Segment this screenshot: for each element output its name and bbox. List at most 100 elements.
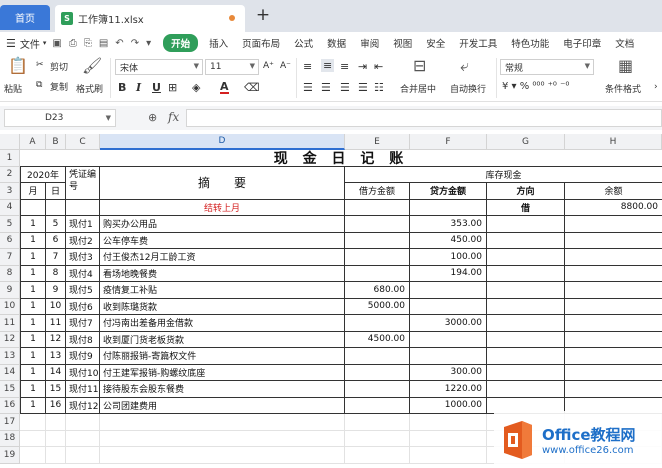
entry-direction[interactable] [487,216,565,233]
carry-credit[interactable] [410,199,487,216]
entry-debit[interactable] [345,348,410,365]
entry-direction[interactable] [487,298,565,315]
entry-debit[interactable]: 4500.00 [345,331,410,348]
entry-voucher[interactable]: 现付8 [66,331,100,348]
entry-month[interactable]: 1 [20,282,46,299]
italic-button[interactable]: I [136,81,141,94]
entry-month[interactable]: 1 [20,381,46,398]
align-top-icon[interactable]: ≡ [303,60,312,73]
entry-credit[interactable]: 450.00 [410,232,487,249]
year-header[interactable]: 2020年 [20,166,66,183]
balance-header[interactable]: 余额 [565,183,662,200]
row-header[interactable]: 15 [0,381,20,398]
entry-summary[interactable]: 疫情复工补贴 [100,282,345,299]
indent-icon[interactable]: ⇥ [358,60,367,73]
entry-summary[interactable]: 公司团建费用 [100,397,345,414]
clear-format-icon[interactable]: ⌫ [244,81,260,94]
empty-cell[interactable] [345,447,410,464]
row-header[interactable]: 16 [0,397,20,414]
row-header[interactable]: 9 [0,282,20,299]
print-icon[interactable]: ⎘ [84,38,92,49]
column-header-b[interactable]: B [46,134,66,150]
empty-cell[interactable] [20,447,46,464]
ribbon-tab-6[interactable]: 审阅 [360,36,379,50]
sheet-title[interactable]: 现 金 日 记 账 [20,150,662,167]
ribbon-tab-1[interactable]: 开始 [163,34,199,52]
row-header[interactable]: 12 [0,331,20,348]
number-format-select[interactable]: 常规 ▼ [500,59,594,75]
entry-summary[interactable]: 公车停车费 [100,232,345,249]
entry-voucher[interactable]: 现付4 [66,265,100,282]
wrap-text-icon[interactable]: ⤶ [460,56,469,76]
cut-icon[interactable]: ✂ [36,60,44,70]
ribbon-tab-9[interactable]: 开发工具 [459,36,497,50]
entry-balance[interactable] [565,266,662,282]
voucher-header[interactable]: 凭证编号 [66,166,100,200]
row-header[interactable]: 14 [0,364,20,381]
entry-month[interactable]: 1 [20,232,46,249]
fill-color-icon[interactable]: ◈ [192,81,200,94]
font-size-select[interactable]: 11 ▼ [205,59,259,75]
empty-cell[interactable] [46,430,66,447]
align-middle-icon[interactable]: ≡ [321,59,335,72]
entry-voucher[interactable]: 现付3 [66,249,100,266]
entry-direction[interactable] [487,315,565,332]
cash-header[interactable]: 库存现金 [345,167,662,183]
ribbon-tab-11[interactable]: 电子印章 [563,36,601,50]
cut-button[interactable]: 剪切 [50,60,68,73]
empty-cell[interactable] [20,430,46,447]
function-icon[interactable]: fx [168,110,179,124]
entry-debit[interactable] [345,216,410,233]
new-tab-button[interactable]: + [254,5,272,25]
entry-day[interactable]: 5 [46,216,66,233]
entry-month[interactable]: 1 [20,216,46,233]
unsaved-dot-icon[interactable] [229,15,235,21]
entry-debit[interactable] [345,232,410,249]
redo-icon[interactable]: ↷ [131,38,139,49]
column-header-h[interactable]: H [565,134,662,150]
entry-balance[interactable] [565,282,662,299]
row-header[interactable]: 17 [0,414,20,431]
entry-summary[interactable]: 接待股东会股东餐费 [100,381,345,398]
entry-day[interactable]: 12 [46,331,66,348]
month-header[interactable]: 月 [20,183,46,200]
wrap-text-button[interactable]: 自动换行 [450,82,486,95]
entry-month[interactable]: 1 [20,249,46,266]
entry-credit[interactable]: 3000.00 [410,315,487,332]
paste-icon[interactable]: 📋 [8,56,28,75]
conditional-format-icon[interactable]: ▦ [618,56,633,75]
column-header-g[interactable]: G [487,134,565,150]
row-header[interactable]: 19 [0,447,20,464]
column-header-d[interactable]: D [100,134,345,150]
entry-voucher[interactable]: 现付6 [66,298,100,315]
entry-voucher[interactable]: 现付11 [66,381,100,398]
entry-summary[interactable]: 看场地晚餐费 [100,265,345,282]
merge-center-icon[interactable]: ⊟ [413,56,426,75]
entry-direction[interactable] [487,364,565,381]
underline-button[interactable]: U [152,81,161,94]
entry-month[interactable]: 1 [20,331,46,348]
carry-forward-label[interactable]: 结转上月 [100,199,345,216]
row-header[interactable]: 7 [0,249,20,266]
row-header[interactable]: 8 [0,265,20,282]
copy-button[interactable]: 复制 [50,80,68,93]
decrease-font-button[interactable]: A⁻ [280,61,291,71]
empty-cell[interactable] [410,447,487,464]
entry-balance[interactable] [565,216,662,233]
border-icon[interactable]: ⊞ [168,81,177,94]
entry-debit[interactable] [345,265,410,282]
print-preview-icon[interactable]: ⎙ [69,38,77,49]
column-header-c[interactable]: C [66,134,100,150]
entry-credit[interactable]: 1000.00 [410,397,487,414]
entry-credit[interactable]: 1220.00 [410,381,487,398]
formula-input[interactable] [186,109,662,127]
entry-balance[interactable] [565,348,662,365]
empty-cell[interactable] [66,447,100,464]
entry-debit[interactable] [345,364,410,381]
entry-day[interactable]: 6 [46,232,66,249]
empty-cell[interactable] [100,430,345,447]
row-header[interactable]: 1 [0,150,20,167]
bold-button[interactable]: B [118,81,126,94]
ribbon-tab-10[interactable]: 特色功能 [511,36,549,50]
empty-cell[interactable] [66,430,100,447]
